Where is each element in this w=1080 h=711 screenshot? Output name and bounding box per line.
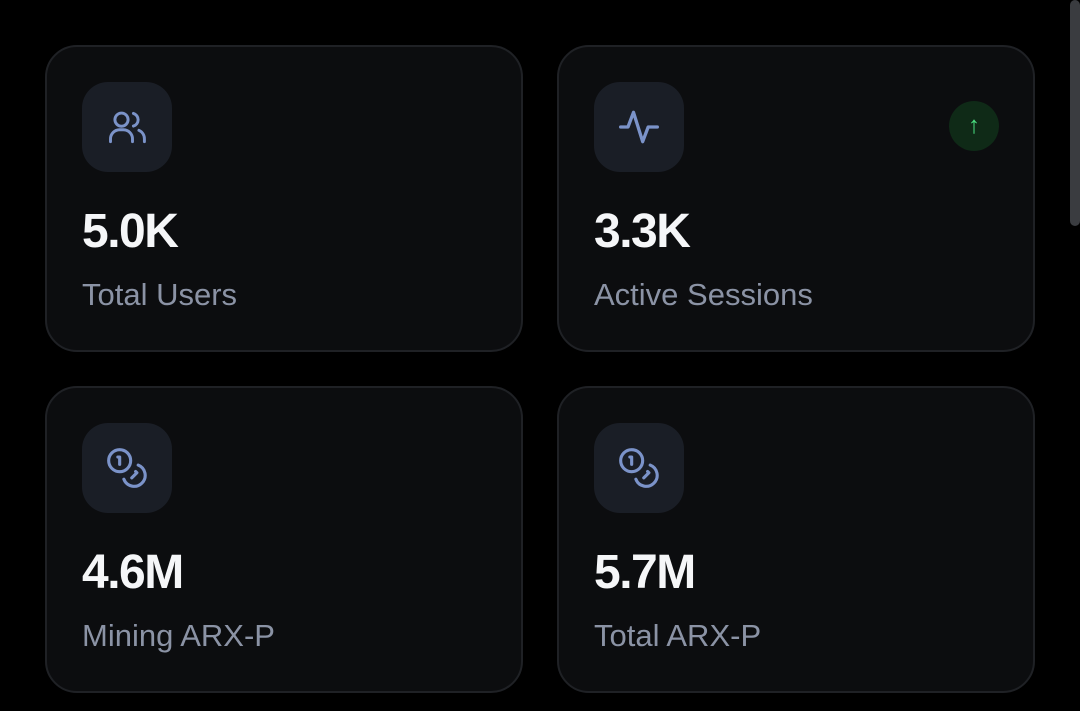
stat-value: 4.6M (82, 546, 184, 599)
stat-card-mining-arx-p: 4.6M Mining ARX-P (45, 386, 523, 693)
coins-icon (107, 448, 147, 488)
scrollbar[interactable] (1070, 0, 1080, 226)
stat-label: Total Users (82, 277, 238, 312)
stat-label: Mining ARX-P (82, 618, 275, 653)
stats-grid: 5.0K Total Users ↑ 3.3K Active Sessions … (45, 45, 1035, 693)
stat-icon-tile (82, 82, 172, 172)
stat-label: Total ARX-P (594, 618, 762, 653)
stat-icon-tile (594, 423, 684, 513)
activity-icon (619, 110, 659, 144)
stat-value: 5.7M (594, 546, 696, 599)
stat-label: Active Sessions (594, 277, 813, 312)
stat-icon-tile (82, 423, 172, 513)
stat-icon-tile (594, 82, 684, 172)
stat-value: 5.0K (82, 205, 179, 258)
stat-value: 3.3K (594, 205, 691, 258)
trend-up-icon: ↑ (949, 101, 999, 151)
stat-card-total-users: 5.0K Total Users (45, 45, 523, 352)
coins-icon (619, 448, 659, 488)
users-icon (109, 111, 146, 144)
stat-card-active-sessions: ↑ 3.3K Active Sessions (557, 45, 1035, 352)
stat-card-total-arx-p: 5.7M Total ARX-P (557, 386, 1035, 693)
